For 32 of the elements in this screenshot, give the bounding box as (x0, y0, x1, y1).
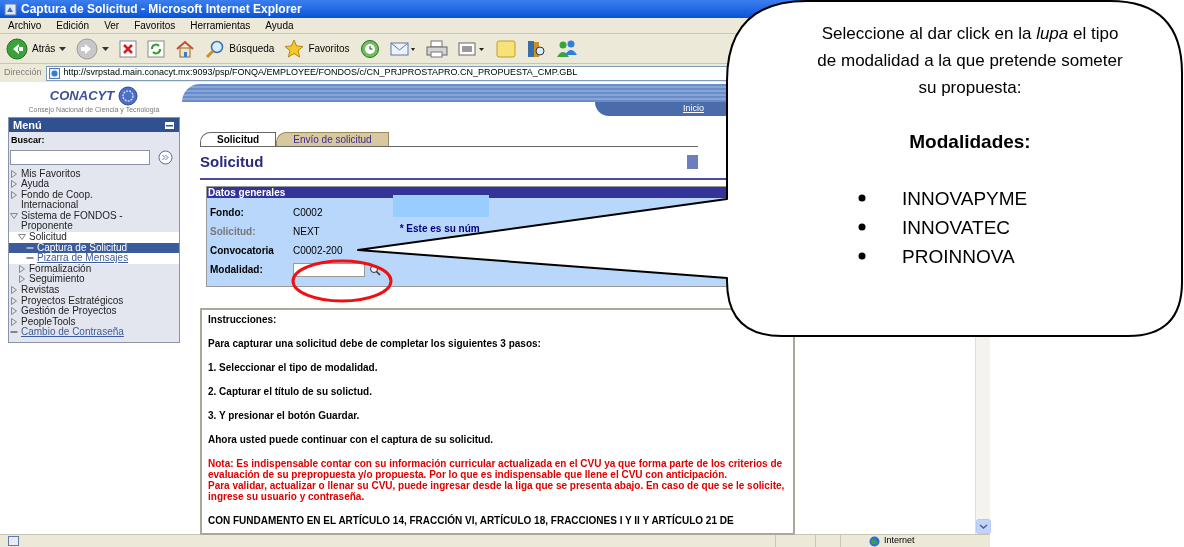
instruction-text: Instrucciones: (208, 314, 278, 325)
instruction-text: 1. Seleccionar el tipo de modalidad. (208, 362, 379, 373)
field-label: Fondo: (210, 206, 245, 220)
instruction-text: 2. Capturar el título de su solictud. (208, 386, 373, 397)
zone-label: Internet (884, 534, 915, 547)
button-label: Atrás (32, 42, 56, 56)
callout-heading: Modalidades: (909, 130, 1031, 154)
instruction-text: 3. Y presionar el botón Guardar. (208, 410, 361, 421)
instruction-text: Para capturar una solicitud debe de completar los siguientes 3 pasos: (208, 338, 542, 349)
button-label: Búsqueda (229, 42, 275, 56)
instruction-text: CON FUNDAMENTO EN EL ARTÍCULO 14, FRACCIÓN VI, ARTÍCULO 18, FRACCIONES I Y II Y ARTÍCULO 21 DE (208, 515, 735, 526)
field-value: C0002-200 (293, 244, 343, 258)
note-text: Para validar, actualizar o llenar su CVU, puede ingresar desde la liga que se presenta abajo. En caso de que se le solicite, ingrese su usuario y contraseña. (208, 480, 786, 502)
window-title: Captura de Solicitud - Microsoft Internet Explorer (21, 1, 302, 18)
search-label: Buscar: (10, 134, 46, 147)
instruction-text: Ahora usted puede continuar con el captura de su solicitud. (208, 434, 495, 445)
logo-text: CONACYT (49, 86, 115, 105)
field-value: C0002 (293, 206, 323, 220)
modality-item: PROINNOVA (902, 244, 1015, 269)
modality-item: INNOVAPYME (902, 186, 1028, 211)
number-note: * Este es su núm (399, 222, 480, 236)
field-value: NEXT (293, 225, 320, 239)
panel-title: Datos generales (208, 186, 286, 200)
page-title: Solicitud (200, 151, 264, 172)
field-label: Convocatoria (210, 244, 275, 258)
modality-item: INNOVATEC (902, 215, 1011, 240)
button-label: Favoritos (308, 42, 350, 56)
note-text: Nota: Es indispensable contar con su información curricular actualizada en el CVU ya que forma parte de los criterios de evaluación de su prepropuesta y/o propuesta. Por lo que es indispensable que llene el CVU con anticipación. (208, 458, 783, 480)
field-label: Solicitud: (210, 225, 257, 239)
field-label: Modalidad: (210, 263, 264, 277)
address-label: Dirección (4, 66, 42, 80)
menu-title: Menú (13, 117, 42, 133)
